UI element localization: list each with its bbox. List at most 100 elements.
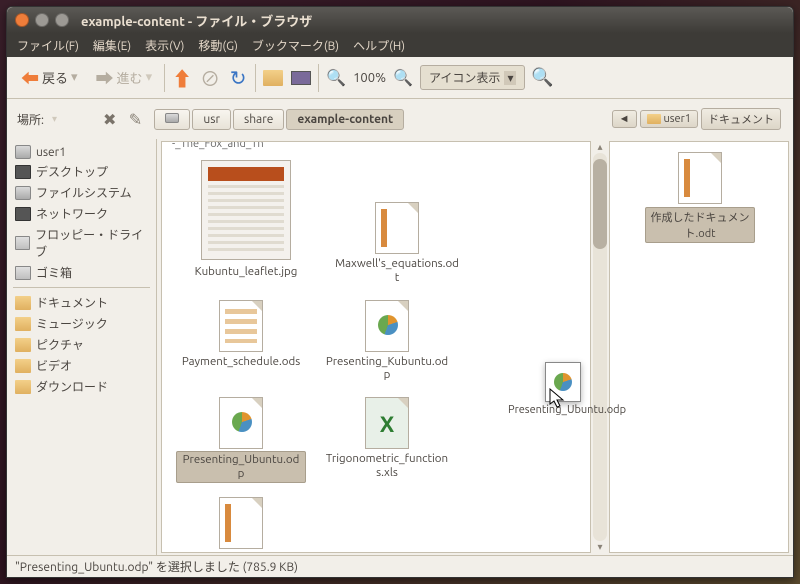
menu-file[interactable]: ファイル(F): [13, 35, 83, 56]
zoom-in-icon[interactable]: 🔍: [392, 67, 414, 89]
home-icon[interactable]: [262, 67, 284, 89]
scroll-track[interactable]: [593, 153, 607, 541]
sidepane-crumb-docs[interactable]: ドキュメント: [701, 108, 781, 130]
menu-edit[interactable]: 編集(E): [89, 35, 135, 56]
titlebar[interactable]: example-content - ファイル・ブラウザ: [7, 7, 793, 33]
menu-view[interactable]: 表示(V): [141, 35, 188, 56]
sidepane-crumb-user[interactable]: user1: [640, 110, 699, 128]
location-label: 場所:: [17, 111, 44, 128]
sidepane-body[interactable]: 作成したドキュメント.odt: [609, 141, 789, 553]
network-icon: [15, 207, 31, 221]
odp-icon: [365, 300, 409, 352]
status-bar: "Presenting_Ubuntu.odp" を選択しました (785.9 K…: [7, 555, 793, 577]
separator: [13, 287, 150, 288]
separator: [318, 64, 319, 92]
file-browser-window: example-content - ファイル・ブラウザ ファイル(F) 編集(E…: [6, 6, 794, 578]
clear-location-button[interactable]: ✖: [103, 110, 116, 129]
xls-icon: [365, 397, 409, 449]
computer-icon[interactable]: [290, 67, 312, 89]
maximize-icon[interactable]: [55, 13, 69, 27]
sidepane-back-button[interactable]: ◄: [612, 110, 637, 128]
menu-go[interactable]: 移動(G): [194, 35, 242, 56]
file-item[interactable]: Payment_schedule.ods: [176, 302, 306, 384]
forward-arrow-icon: ➡: [96, 65, 114, 91]
odt-icon: [678, 152, 722, 204]
chevron-down-icon: ▾: [504, 71, 516, 85]
zoom-out-icon[interactable]: 🔍: [325, 67, 347, 89]
main-area: user1 デスクトップ ファイルシステム ネットワーク フロッピー・ドライブ …: [7, 139, 793, 555]
disk-icon: [15, 186, 31, 200]
sidepane-path: ◄ user1 ドキュメント: [610, 105, 783, 133]
bookmark-music[interactable]: ミュージック: [7, 313, 156, 334]
dropdown-icon[interactable]: ▾: [71, 70, 78, 85]
status-text: "Presenting_Ubuntu.odp" を選択しました (785.9 K…: [15, 558, 298, 575]
view-mode-select[interactable]: アイコン表示 ▾: [420, 65, 525, 90]
image-thumb-icon: [201, 160, 291, 260]
bookmark-documents[interactable]: ドキュメント: [7, 292, 156, 313]
file-item[interactable]: Presenting_Kubuntu.odp: [322, 302, 452, 384]
breadcrumb: usr share example-content: [154, 109, 404, 130]
forward-button: ➡ 進む ▾: [90, 62, 159, 94]
toolbar: ⬅ 戻る ▾ ➡ 進む ▾ ⬆ ⊘ ↻ 🔍 100% 🔍 アイコン表示 ▾ 🔍: [7, 57, 793, 99]
separator: [164, 64, 165, 92]
zoom-level: 100%: [353, 71, 386, 85]
trash-icon: [15, 266, 31, 280]
menu-help[interactable]: ヘルプ(H): [349, 35, 409, 56]
place-trash[interactable]: ゴミ箱: [7, 262, 156, 283]
bookmark-downloads[interactable]: ダウンロード: [7, 376, 156, 397]
place-desktop[interactable]: デスクトップ: [7, 161, 156, 182]
sidepane-file[interactable]: 作成したドキュメント.odt: [645, 152, 755, 243]
file-item[interactable]: Maxwell's_equations.odt: [332, 204, 462, 286]
bookmark-videos[interactable]: ビデオ: [7, 355, 156, 376]
file-item[interactable]: Kubuntu_leaflet.jpg: [176, 160, 316, 286]
crumb-home[interactable]: [154, 109, 190, 130]
folder-icon: [15, 317, 31, 331]
file-item[interactable]: Welcome_to_Ubuntu.odt: [176, 499, 306, 553]
place-network[interactable]: ネットワーク: [7, 203, 156, 224]
bookmark-pictures[interactable]: ピクチャ: [7, 334, 156, 355]
odp-icon: [219, 397, 263, 449]
chevron-down-icon[interactable]: ▾: [52, 113, 57, 125]
search-icon[interactable]: 🔍: [531, 67, 553, 89]
place-floppy[interactable]: フロッピー・ドライブ: [7, 224, 156, 262]
file-item[interactable]: Trigonometric_functions.xls: [322, 399, 452, 483]
back-arrow-icon: ⬅: [21, 65, 39, 91]
up-icon[interactable]: ⬆: [171, 67, 193, 89]
menubar: ファイル(F) 編集(E) 表示(V) 移動(G) ブックマーク(B) ヘルプ(…: [7, 33, 793, 57]
places-sidebar: user1 デスクトップ ファイルシステム ネットワーク フロッピー・ドライブ …: [7, 139, 157, 555]
stop-icon: ⊘: [199, 67, 221, 89]
crumb-usr[interactable]: usr: [192, 109, 231, 130]
dropdown-icon: ▾: [146, 70, 153, 85]
back-button[interactable]: ⬅ 戻る ▾: [15, 62, 84, 94]
desktop-icon: [15, 165, 31, 179]
separator: [255, 64, 256, 92]
file-item-selected[interactable]: Presenting_Ubuntu.odp: [176, 399, 306, 483]
place-filesystem[interactable]: ファイルシステム: [7, 182, 156, 203]
odt-icon: [375, 202, 419, 254]
place-user1[interactable]: user1: [7, 143, 156, 161]
file-view[interactable]: -_The_Fox_and_Th Kubuntu_leaflet.jpg Max…: [161, 141, 591, 553]
minimize-icon[interactable]: [35, 13, 49, 27]
menu-bookmarks[interactable]: ブックマーク(B): [248, 35, 343, 56]
close-icon[interactable]: [15, 13, 29, 27]
disk-icon: [15, 145, 31, 159]
folder-icon: [15, 359, 31, 373]
window-title: example-content - ファイル・ブラウザ: [81, 11, 312, 30]
folder-icon: [15, 338, 31, 352]
scroll-up-icon[interactable]: ▴: [597, 141, 602, 153]
odt-icon: [219, 497, 263, 549]
v-scrollbar[interactable]: ▴ ▾: [591, 139, 609, 555]
crumb-current[interactable]: example-content: [286, 109, 404, 130]
ods-icon: [219, 300, 263, 352]
floppy-icon: [15, 236, 30, 250]
crumb-share[interactable]: share: [233, 109, 284, 130]
side-pane: 作成したドキュメント.odt: [609, 141, 789, 553]
scroll-thumb[interactable]: [593, 159, 607, 249]
edit-location-icon[interactable]: ✎: [124, 108, 146, 130]
reload-icon[interactable]: ↻: [227, 67, 249, 89]
folder-icon: [15, 380, 31, 394]
folder-icon: [15, 296, 31, 310]
cursor-icon: [549, 388, 567, 410]
truncated-label: -_The_Fox_and_Th: [172, 141, 264, 150]
scroll-down-icon[interactable]: ▾: [597, 541, 602, 553]
